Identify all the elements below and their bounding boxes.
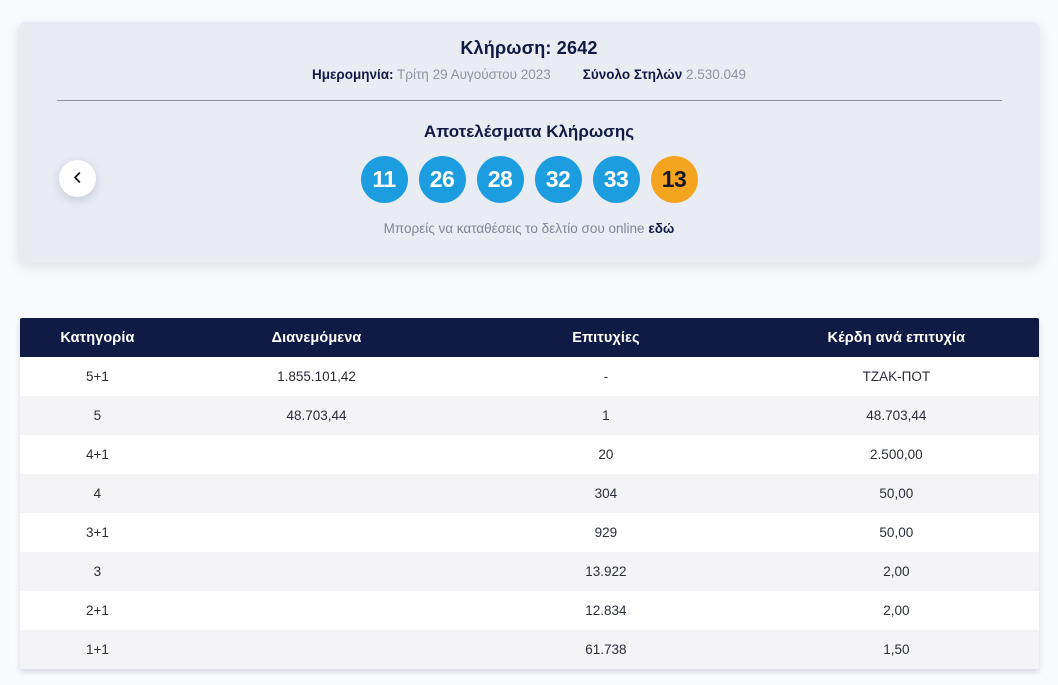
header-category: Κατηγορία: [20, 318, 175, 357]
number-ball: 32: [534, 156, 582, 203]
table-row: 5+1 1.855.101,42 - ΤΖΑΚ-ΠΟΤ: [20, 357, 1039, 396]
prize-table-container: Κατηγορία Διανεμόμενα Επιτυχίες Κέρδη αν…: [20, 318, 1039, 669]
cell-prize: 48.703,44: [866, 408, 927, 423]
total-columns-label: Σύνολο Στηλών: [582, 67, 683, 82]
cell-distributed: 1.855.101,42: [277, 369, 356, 384]
cell-distributed: [175, 435, 458, 474]
table-row: 4+1 20 2.500,00: [20, 435, 1039, 474]
cell-category: 5+1: [85, 369, 109, 384]
table-header-row: Κατηγορία Διανεμόμενα Επιτυχίες Κέρδη αν…: [20, 318, 1039, 357]
draw-date: Ημερομηνία: Τρίτη 29 Αυγούστου 2023: [312, 66, 551, 84]
total-columns-value: 2.530.049: [685, 67, 747, 82]
cell-distributed: [175, 591, 458, 630]
joker-ball: 13: [650, 156, 698, 203]
draw-meta: Ημερομηνία: Τρίτη 29 Αυγούστου 2023 Σύνο…: [18, 66, 1040, 84]
cell-distributed: [175, 474, 458, 513]
draw-results-card: Κλήρωση: 2642 Ημερομηνία: Τρίτη 29 Αυγού…: [18, 22, 1040, 263]
number-ball: 28: [476, 156, 524, 203]
draw-date-label: Ημερομηνία:: [311, 67, 394, 82]
cell-category: 3: [93, 564, 102, 579]
cell-winners: 61.738: [585, 642, 627, 657]
cell-distributed: [175, 630, 458, 669]
chevron-left-icon: [72, 171, 83, 186]
cell-winners: 20: [598, 447, 614, 462]
number-ball: 11: [360, 156, 408, 203]
cell-distributed: 48.703,44: [286, 408, 347, 423]
cell-prize: ΤΖΑΚ-ΠΟΤ: [862, 369, 931, 384]
cell-distributed: [175, 552, 458, 591]
total-columns: Σύνολο Στηλών 2.530.049: [583, 66, 746, 84]
cell-prize: 2.500,00: [870, 447, 923, 462]
number-ball: 26: [418, 156, 466, 203]
drawn-numbers: 11 26 28 32 33 13: [18, 156, 1040, 203]
header-winners: Επιτυχίες: [458, 318, 754, 357]
cta-line: Μπορείς να καταθέσεις το δελτίο σου onli…: [18, 220, 1040, 238]
results-heading: Αποτελέσματα Κλήρωσης: [423, 122, 635, 141]
cell-winners: -: [603, 369, 609, 384]
cta-text: Μπορείς να καταθέσεις το δελτίο σου onli…: [383, 221, 645, 236]
cta-link[interactable]: εδώ: [648, 221, 674, 236]
cell-category: 1+1: [85, 642, 109, 657]
cell-category: 4: [93, 486, 102, 501]
cell-winners: 929: [594, 525, 618, 540]
cell-prize: 2,00: [883, 564, 910, 579]
cell-winners: 304: [594, 486, 618, 501]
table-row: 2+1 12.834 2,00: [20, 591, 1039, 630]
table-row: 3+1 929 50,00: [20, 513, 1039, 552]
cell-category: 4+1: [85, 447, 109, 462]
cell-prize: 50,00: [879, 486, 914, 501]
cell-category: 5: [93, 408, 102, 423]
cell-distributed: [175, 513, 458, 552]
cell-prize: 1,50: [883, 642, 910, 657]
header-distributed: Διανεμόμενα: [174, 318, 459, 357]
table-row: 1+1 61.738 1,50: [20, 630, 1039, 669]
cell-winners: 13.922: [585, 564, 627, 579]
draw-date-value: Τρίτη 29 Αυγούστου 2023: [397, 67, 551, 82]
cell-winners: 12.834: [585, 603, 627, 618]
number-ball: 33: [592, 156, 640, 203]
cell-category: 2+1: [85, 603, 109, 618]
draw-title: Κλήρωση: 2642: [460, 38, 598, 58]
table-row: 4 304 50,00: [20, 474, 1039, 513]
divider: [57, 100, 1002, 101]
previous-draw-button[interactable]: [59, 160, 96, 197]
table-row: 3 13.922 2,00: [20, 552, 1039, 591]
cell-category: 3+1: [85, 525, 109, 540]
cell-prize: 50,00: [879, 525, 914, 540]
prize-table: Κατηγορία Διανεμόμενα Επιτυχίες Κέρδη αν…: [20, 318, 1039, 669]
header-prize-per-winner: Κέρδη ανά επιτυχία: [753, 318, 1039, 357]
cell-prize: 2,00: [883, 603, 910, 618]
cell-winners: 1: [602, 408, 610, 423]
table-row: 5 48.703,44 1 48.703,44: [20, 396, 1039, 435]
